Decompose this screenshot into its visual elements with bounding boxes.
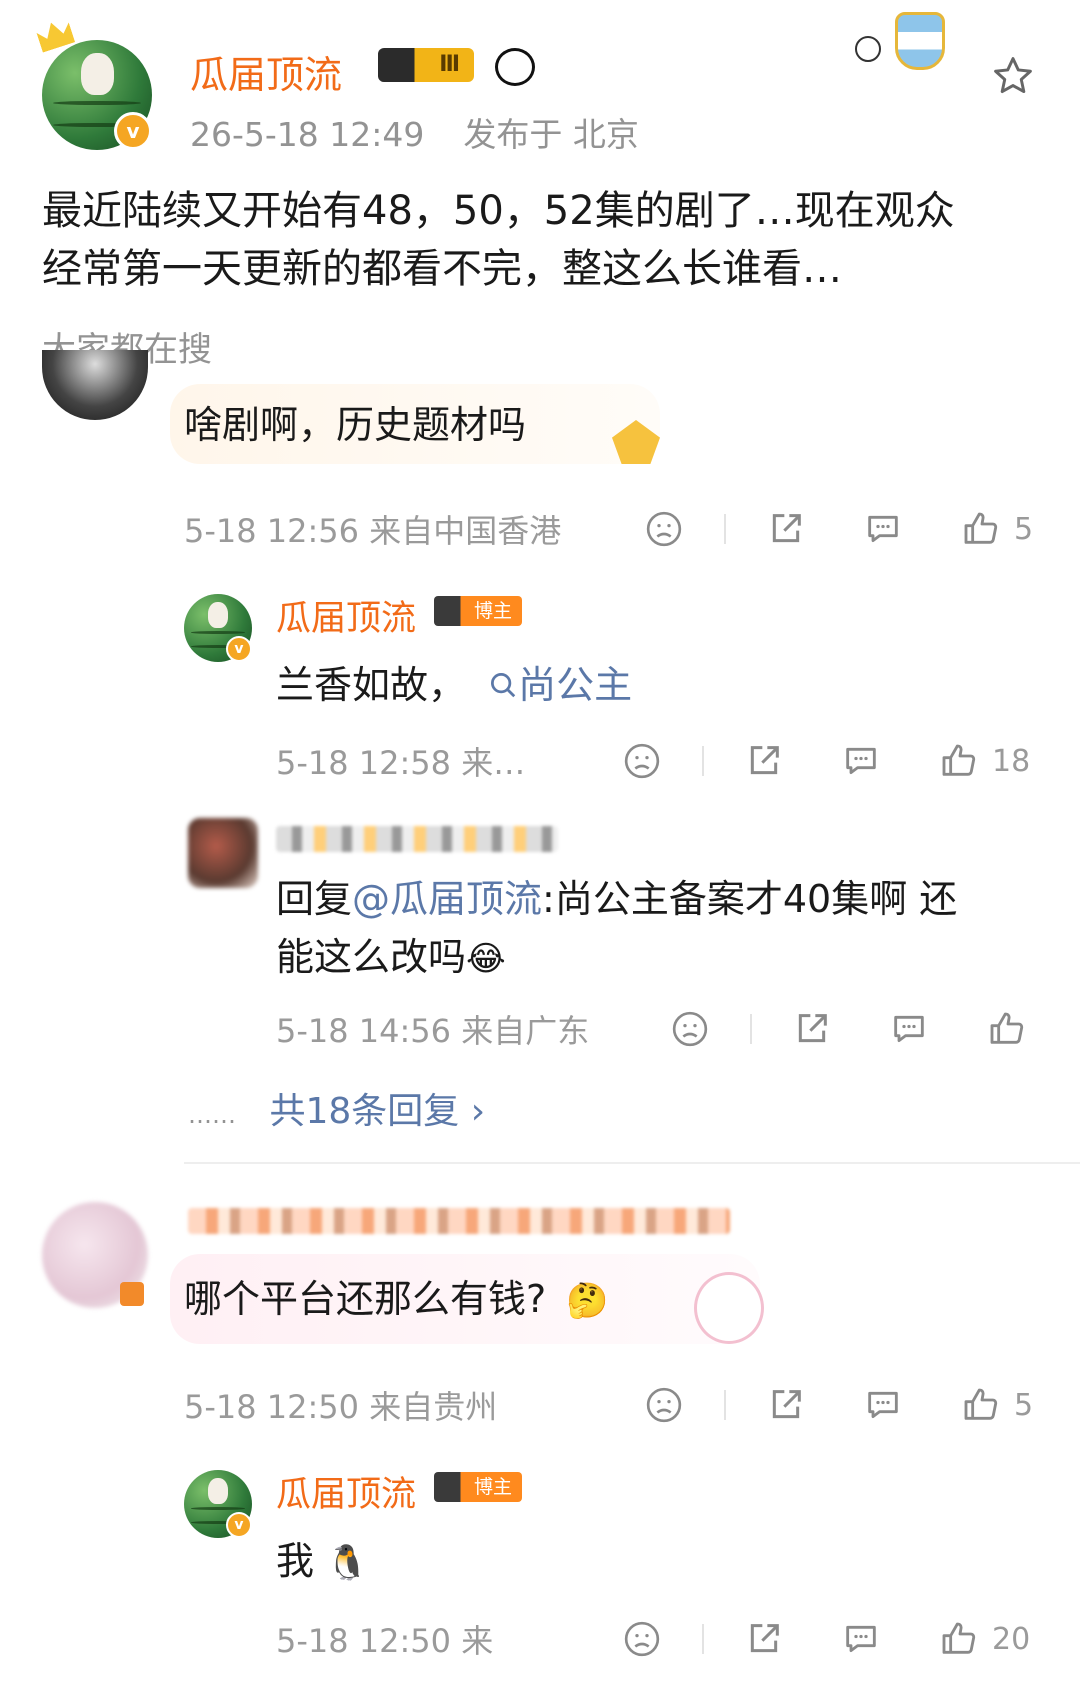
comment-text: 啥剧啊，历史题材吗: [184, 403, 527, 447]
comment-icon[interactable]: [840, 741, 882, 781]
reply-author-name[interactable]: 瓜届顶流: [276, 590, 416, 641]
comment-icon[interactable]: [888, 1009, 930, 1049]
blogger-tag: 博主: [434, 1472, 523, 1502]
commenter-avatar[interactable]: [42, 350, 148, 420]
star-icon[interactable]: [990, 54, 1036, 98]
reply-actions: 5-18 12:58 来… 18: [276, 738, 1046, 784]
panda-icon: [495, 48, 535, 86]
argentina-badge-icon: [855, 10, 965, 72]
blogger-tag: 博主: [434, 596, 523, 626]
share-icon[interactable]: [766, 1385, 806, 1425]
mention-link[interactable]: @瓜届顶流: [352, 877, 542, 921]
reply-time: 5-18 14:56 来自广东: [276, 1012, 590, 1050]
dots: ……: [188, 1101, 236, 1129]
comment-icon[interactable]: [862, 509, 904, 549]
comment-time: 5-18 12:50 来自贵州: [184, 1388, 498, 1426]
comment-divider: [184, 1162, 1080, 1164]
comment-icon[interactable]: [862, 1385, 904, 1425]
more-replies-link[interactable]: 共18条回复 ›: [269, 1091, 485, 1132]
post-time: 26-5-18 12:49: [190, 115, 425, 154]
reply-user-name[interactable]: [276, 826, 558, 852]
share-icon[interactable]: [744, 1619, 784, 1659]
search-link[interactable]: 尚公主: [488, 663, 632, 707]
reply-author-name[interactable]: 瓜届顶流: [276, 1466, 416, 1517]
like-count: 5: [1014, 1387, 1034, 1423]
reply-time: 5-18 12:58 来…: [276, 744, 526, 782]
like-count: 5: [1014, 511, 1034, 547]
verified-badge: v: [226, 1512, 252, 1538]
commenter-name[interactable]: [188, 1208, 730, 1234]
like-icon[interactable]: [986, 1009, 1028, 1049]
commenter-badge-icon: [120, 1282, 144, 1306]
reply-text: 回复@瓜届顶流:尚公主备案才40集啊 还 能这么改吗😂: [276, 877, 958, 979]
reply-actions: 5-18 14:56 来自广东: [276, 1006, 1046, 1052]
verified-badge: v: [114, 112, 152, 150]
reply-text: 我 🐧: [276, 1539, 369, 1583]
like-icon[interactable]: [960, 1385, 1002, 1425]
share-icon[interactable]: [792, 1009, 832, 1049]
comment-icon[interactable]: [840, 1619, 882, 1659]
vip-badge: Ⅲ: [378, 48, 474, 82]
comment-time: 5-18 12:56 来自中国香港: [184, 512, 562, 550]
share-icon[interactable]: [766, 509, 806, 549]
share-icon[interactable]: [744, 741, 784, 781]
comment-text: 哪个平台还那么有钱? 🤔: [184, 1277, 609, 1321]
dislike-icon[interactable]: [622, 1619, 662, 1659]
like-count: 20: [992, 1621, 1031, 1657]
like-count: 18: [992, 743, 1031, 779]
hello-kitty-decoration: [694, 1272, 764, 1344]
more-replies[interactable]: …… 共18条回复 ›: [188, 1082, 485, 1134]
penguin-emoji: 🐧: [326, 1543, 369, 1583]
thinking-emoji: 🤔: [566, 1281, 609, 1321]
post-header: v 瓜届顶流 Ⅲ 26-5-18 12:49 发布于 北京: [0, 0, 1080, 160]
like-icon[interactable]: [938, 741, 980, 781]
post-location: 发布于 北京: [463, 115, 639, 154]
dislike-icon[interactable]: [622, 741, 662, 781]
verified-badge: v: [226, 636, 252, 662]
laugh-cry-emoji: 😂: [466, 939, 506, 979]
author-name[interactable]: 瓜届顶流: [190, 44, 342, 99]
reply-time: 5-18 12:50 来: [276, 1622, 494, 1660]
dislike-icon[interactable]: [644, 509, 684, 549]
reply-actions: 5-18 12:50 来 20: [276, 1616, 1046, 1662]
comment-actions: 5-18 12:56 来自中国香港 5: [184, 506, 1044, 552]
dislike-icon[interactable]: [670, 1009, 710, 1049]
comment-actions: 5-18 12:50 来自贵州 5: [184, 1382, 1044, 1428]
post-meta: 26-5-18 12:49 发布于 北京: [190, 108, 639, 156]
search-icon: [491, 673, 516, 698]
post-text: 最近陆续又开始有48，50，52集的剧了…现在观众 经常第一天更新的都看不完，整…: [42, 188, 955, 292]
like-icon[interactable]: [938, 1619, 980, 1659]
dislike-icon[interactable]: [644, 1385, 684, 1425]
like-icon[interactable]: [960, 509, 1002, 549]
reply-user-avatar[interactable]: [188, 818, 258, 888]
reply-text: 兰香如故， 尚公主: [276, 663, 633, 707]
